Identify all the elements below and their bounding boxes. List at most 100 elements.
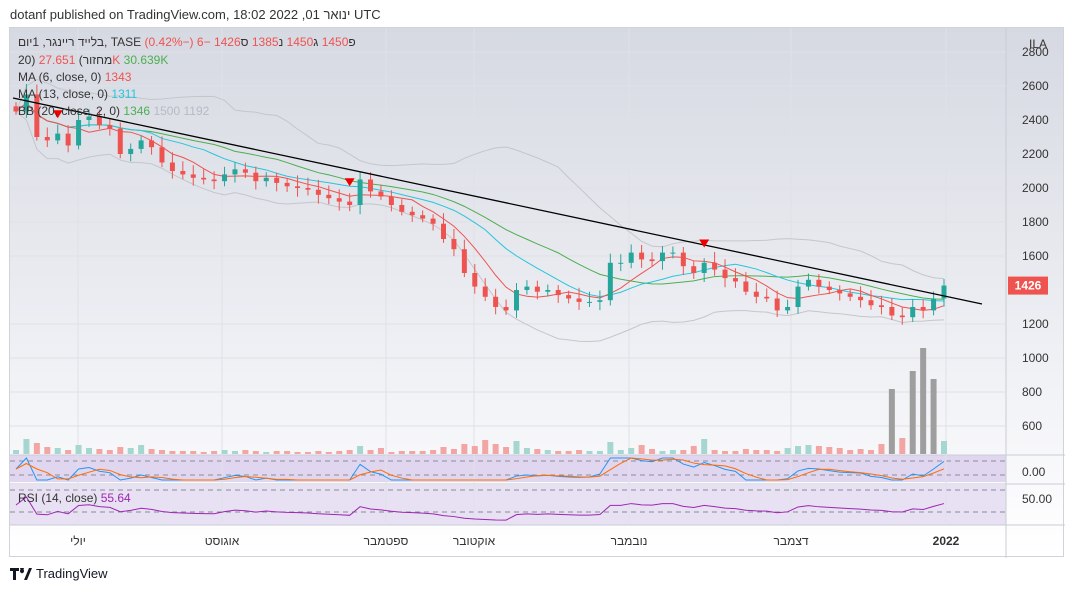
candle-body: [180, 171, 186, 175]
volume-bar: [513, 441, 520, 454]
candle: [545, 284, 551, 297]
candle-body: [451, 239, 457, 250]
candle: [201, 169, 207, 185]
volume-bar: [148, 449, 155, 454]
candle-body: [910, 307, 916, 318]
candle-body: [837, 290, 843, 294]
chart-frame[interactable]: 2800 2600 2400 2200 2000 1800 1600 1200 1000 800 6…: [9, 27, 1065, 558]
candle-body: [566, 295, 572, 299]
volume-bar: [65, 450, 72, 454]
legend-rsi[interactable]: RSI (14, close) 55.64: [18, 491, 131, 505]
volume-bar: [649, 449, 656, 454]
candle-body: [618, 262, 624, 264]
candle-body: [430, 218, 436, 224]
tradingview-logo[interactable]: TradingView: [10, 566, 108, 581]
volume-bar: [711, 450, 718, 454]
candle: [493, 288, 499, 315]
candle: [368, 172, 374, 198]
legend-ma6[interactable]: MA (6, close, 0) 1343: [18, 70, 131, 84]
volume-bar: [847, 450, 854, 454]
indicator-tick: 0.00: [1022, 465, 1046, 479]
candle-body: [357, 179, 363, 205]
volume-bar: [450, 449, 457, 454]
candle-body: [201, 177, 207, 180]
candle-body: [889, 307, 895, 316]
candle-body: [816, 279, 822, 287]
time-tick: אוגוסט: [205, 534, 240, 548]
volume-bar: [190, 451, 197, 454]
candle-body: [753, 291, 759, 297]
candle-body: [858, 296, 864, 301]
legend-bb[interactable]: BB (20, close, 2, 0) 1346 1500 1192: [18, 104, 209, 118]
candle-body: [388, 196, 394, 205]
volume-bar: [888, 389, 895, 454]
candle-body: [774, 298, 780, 311]
brand-name: TradingView: [36, 566, 108, 581]
high-label: ג: [313, 35, 319, 49]
candle: [378, 184, 384, 200]
candle-body: [743, 281, 749, 292]
candle-body: [222, 174, 228, 182]
candle: [764, 288, 770, 303]
candle: [555, 285, 561, 303]
candle: [472, 263, 478, 294]
candle: [253, 166, 259, 190]
volume-bar: [221, 450, 228, 454]
bb-lower-value: 1192: [183, 104, 210, 118]
candle-body: [44, 137, 50, 141]
candle-body: [190, 174, 196, 178]
candle: [357, 171, 363, 215]
publish-info: dotanf published on TradingView.com, 18:…: [10, 7, 381, 22]
volume-bar: [284, 451, 291, 454]
volume-bar: [628, 448, 635, 454]
volume-bar: [544, 450, 551, 454]
candle-body: [65, 133, 71, 146]
candle: [920, 299, 926, 319]
candle-body: [420, 215, 426, 219]
volume-bar: [419, 451, 426, 454]
volume-bar: [805, 445, 812, 454]
candle-body: [670, 252, 676, 254]
time-tick: נובמבר: [611, 534, 648, 548]
volume-bar: [701, 439, 708, 454]
volume-bar: [607, 442, 614, 454]
candle: [128, 143, 134, 162]
time-tick: יולי: [70, 534, 86, 548]
volume-bar: [106, 450, 113, 454]
candle: [180, 161, 186, 180]
volume-bar: [409, 451, 416, 454]
time-tick: ספטמבר: [364, 534, 409, 548]
candle: [597, 290, 603, 311]
bb-upper-value: 1500: [153, 104, 181, 118]
candle-body: [691, 266, 697, 273]
candle-body: [315, 189, 321, 195]
volume-bar: [659, 451, 666, 454]
candle: [55, 124, 61, 145]
stoch-pane: [10, 455, 1006, 482]
bb-value: 1346: [123, 104, 151, 118]
candle-body: [295, 186, 301, 188]
price-tick: 1600: [1022, 249, 1049, 263]
volume-bar: [231, 451, 238, 454]
candle: [190, 165, 196, 186]
volume-bar: [252, 451, 259, 454]
legend-volume[interactable]: 20) מחזור) 27.651K 30.639K: [18, 53, 168, 67]
candle: [430, 214, 436, 231]
price-tick: 2400: [1022, 113, 1049, 127]
volume-bar: [117, 447, 124, 454]
volume-bar: [669, 450, 676, 454]
candle: [868, 290, 874, 310]
candle-body: [242, 169, 248, 173]
volume-bar: [179, 451, 186, 454]
candle-body: [493, 296, 499, 307]
close-value: 1426: [213, 35, 241, 49]
candle: [451, 228, 457, 257]
volume-bar: [680, 450, 687, 454]
volume-bar: [690, 446, 697, 454]
candle: [315, 179, 321, 204]
candle: [931, 291, 937, 316]
volume-bar: [304, 452, 311, 454]
legend-ma13[interactable]: MA (13, close, 0) 1311: [18, 87, 137, 101]
candle: [826, 281, 832, 295]
volume-bar: [325, 452, 332, 454]
